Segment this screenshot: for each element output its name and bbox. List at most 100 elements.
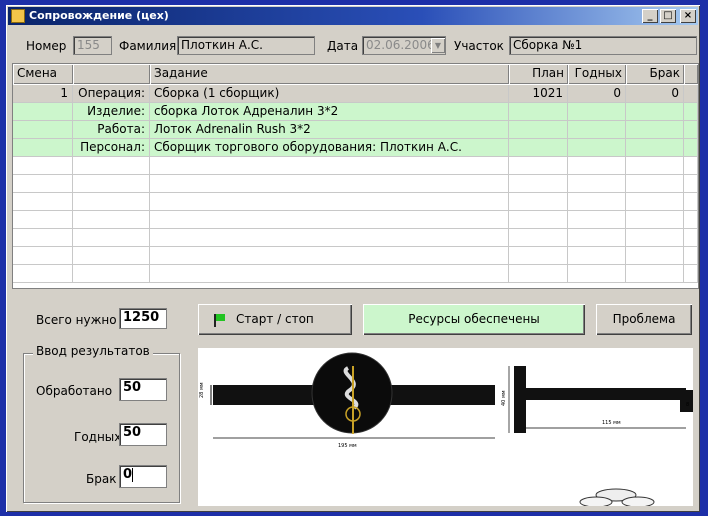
can-icon-3 xyxy=(621,496,655,506)
cell-plan xyxy=(509,121,568,139)
cell-type xyxy=(73,193,150,211)
processed-label: Обработано xyxy=(36,384,113,398)
section-label: Участок xyxy=(454,39,504,53)
maximize-button[interactable]: □ xyxy=(660,9,676,23)
cell-spacer xyxy=(684,139,698,157)
cell-defect xyxy=(626,139,684,157)
cell-defect xyxy=(626,265,684,283)
surname-label: Фамилия xyxy=(119,39,177,53)
cell-good xyxy=(568,121,626,139)
cell-task xyxy=(150,229,509,247)
good-label: Годных xyxy=(74,430,122,444)
table-row[interactable] xyxy=(13,193,698,211)
tray-side-arm xyxy=(526,388,686,400)
number-field[interactable]: 155 xyxy=(73,36,112,55)
flag-icon xyxy=(216,314,225,321)
cell-plan xyxy=(509,229,568,247)
dim-height-right: 40 мм xyxy=(501,390,507,406)
good-field[interactable]: 50 xyxy=(119,423,167,446)
resources-button[interactable]: Ресурсы обеспечены xyxy=(363,304,585,335)
cell-good xyxy=(568,103,626,121)
cell-spacer xyxy=(684,229,698,247)
start-stop-label: Старт / стоп xyxy=(236,312,314,326)
total-needed-field[interactable]: 1250 xyxy=(119,308,167,329)
cell-spacer xyxy=(684,121,698,139)
defect-field[interactable]: 0 xyxy=(119,465,167,488)
cell-type: Изделие: xyxy=(73,103,150,121)
dim-arm: 115 мм xyxy=(602,420,621,426)
cell-type: Работа: xyxy=(73,121,150,139)
cell-spacer xyxy=(684,175,698,193)
dim-total-width: 195 мм xyxy=(338,443,357,449)
minimize-button[interactable]: _ xyxy=(642,9,658,23)
cell-good xyxy=(568,139,626,157)
text-cursor xyxy=(132,467,134,482)
table-row[interactable]: Персонал: Сборщик торгового оборудования:… xyxy=(13,139,698,157)
cell-plan xyxy=(509,139,568,157)
col-plan-header[interactable]: План xyxy=(509,64,568,84)
cell-plan xyxy=(509,211,568,229)
cell-shift xyxy=(13,211,73,229)
dim-small: 8 xyxy=(686,402,689,408)
close-button[interactable]: × xyxy=(680,9,696,23)
cell-type xyxy=(73,265,150,283)
product-drawing: 28 мм 195 мм 40 мм 115 мм 8 xyxy=(199,352,693,506)
table-row[interactable] xyxy=(13,229,698,247)
cell-spacer xyxy=(684,193,698,211)
cell-defect: 0 xyxy=(626,85,684,103)
surname-field[interactable]: Плоткин А.С. xyxy=(177,36,315,55)
cell-defect xyxy=(626,175,684,193)
cell-defect xyxy=(626,211,684,229)
col-type-header[interactable] xyxy=(73,64,150,84)
cell-type xyxy=(73,229,150,247)
cell-type xyxy=(73,247,150,265)
section-field[interactable]: Сборка №1 xyxy=(509,36,697,55)
dim-height-left: 28 мм xyxy=(199,382,205,398)
cell-shift xyxy=(13,247,73,265)
cell-good xyxy=(568,211,626,229)
cell-good xyxy=(568,229,626,247)
col-defect-header[interactable]: Брак xyxy=(626,64,684,84)
cell-task xyxy=(150,211,509,229)
processed-field[interactable]: 50 xyxy=(119,378,167,401)
app-icon xyxy=(11,9,25,23)
cell-good xyxy=(568,175,626,193)
defect-label: Брак xyxy=(86,472,117,486)
cell-type: Персонал: xyxy=(73,139,150,157)
date-dropdown-arrow-icon[interactable]: ▼ xyxy=(431,38,445,53)
cell-plan xyxy=(509,265,568,283)
col-good-header[interactable]: Годных xyxy=(568,64,626,84)
table-row[interactable]: 1 Операция: Сборка (1 сборщик) 1021 0 0 xyxy=(13,85,698,103)
cell-shift xyxy=(13,157,73,175)
cell-type xyxy=(73,157,150,175)
col-spacer-header xyxy=(684,64,698,84)
cell-plan xyxy=(509,193,568,211)
cell-shift xyxy=(13,103,73,121)
col-task-header[interactable]: Задание xyxy=(150,64,509,84)
table-row[interactable] xyxy=(13,211,698,229)
table-row[interactable] xyxy=(13,157,698,175)
cell-good xyxy=(568,247,626,265)
table-row[interactable] xyxy=(13,247,698,265)
cell-spacer xyxy=(684,211,698,229)
table-row[interactable]: Изделие: сборка Лоток Адреналин 3*2 xyxy=(13,103,698,121)
table-row[interactable] xyxy=(13,265,698,283)
cell-plan: 1021 xyxy=(509,85,568,103)
title-bar[interactable]: Сопровождение (цех) _ □ × xyxy=(8,7,698,25)
table-row[interactable] xyxy=(13,175,698,193)
grid-header: Смена Задание План Годных Брак xyxy=(13,64,698,84)
cell-task xyxy=(150,157,509,175)
cell-plan xyxy=(509,175,568,193)
cell-shift xyxy=(13,175,73,193)
start-stop-button[interactable]: Старт / стоп xyxy=(198,304,352,335)
cell-task: Лоток Adrenalin Rush 3*2 xyxy=(150,121,509,139)
task-grid[interactable]: Смена Задание План Годных Брак 1 Операция… xyxy=(12,63,699,289)
table-row[interactable]: Работа: Лоток Adrenalin Rush 3*2 xyxy=(13,121,698,139)
cell-defect xyxy=(626,247,684,265)
total-needed-label: Всего нужно xyxy=(36,313,117,327)
tray-side-end xyxy=(680,390,693,412)
problem-button[interactable]: Проблема xyxy=(596,304,692,335)
cell-plan xyxy=(509,157,568,175)
col-shift-header[interactable]: Смена xyxy=(13,64,73,84)
cell-task xyxy=(150,175,509,193)
